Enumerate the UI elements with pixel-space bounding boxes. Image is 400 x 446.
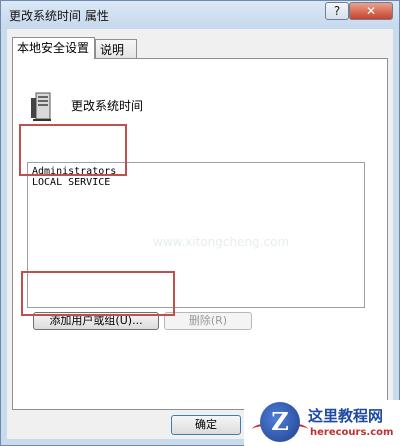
remove-button[interactable]: 删除(R) <box>164 312 252 330</box>
dialog-body: 本地安全设置 说明 更改系统时间 Administrators LOCAL SE… <box>7 29 393 439</box>
server-icon <box>31 92 51 121</box>
tab-explain[interactable]: 说明 <box>95 39 137 59</box>
window-title: 更改系统时间 属性 <box>9 9 109 23</box>
list-item[interactable]: LOCAL SERVICE <box>28 177 364 188</box>
tab-panel: 更改系统时间 Administrators LOCAL SERVICE www.… <box>12 58 388 410</box>
add-user-or-group-button[interactable]: 添加用户或组(U)... <box>33 312 159 330</box>
watermark-text: www.xitongcheng.com <box>153 235 290 249</box>
help-button[interactable]: ? <box>325 2 349 20</box>
properties-window: 更改系统时间 属性 ? ✕ 本地安全设置 说明 更改系统时间 Administr… <box>0 0 400 446</box>
logo-brand-text: 这里教程网 <box>308 407 384 425</box>
ok-button[interactable]: 确定 <box>171 415 241 435</box>
title-bar[interactable]: 更改系统时间 属性 ? ✕ <box>1 1 399 29</box>
tab-local-security-setting[interactable]: 本地安全设置 <box>12 37 95 59</box>
logo-z-icon: Z <box>260 402 300 442</box>
logo-url-text: herecours.com <box>310 427 394 438</box>
policy-name: 更改系统时间 <box>71 99 144 113</box>
close-button[interactable]: ✕ <box>349 2 393 20</box>
site-logo: Z 这里教程网 herecours.com <box>244 400 400 446</box>
list-item[interactable]: Administrators <box>28 166 364 177</box>
